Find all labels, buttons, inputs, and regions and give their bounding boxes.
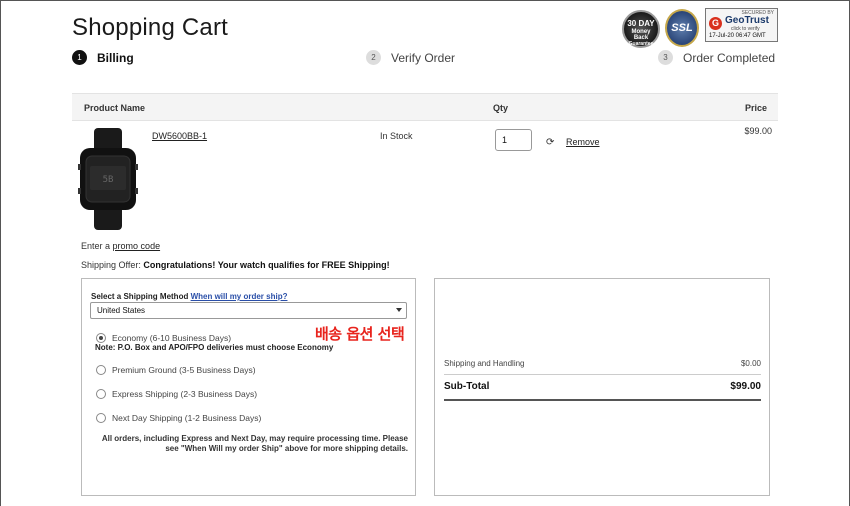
money-back-mid: Money Back xyxy=(631,28,651,42)
offer-prefix: Shipping Offer: xyxy=(81,260,141,270)
offer-message: Congratulations! Your watch qualifies fo… xyxy=(143,260,390,270)
step-label: Billing xyxy=(97,50,134,65)
when-ship-link[interactable]: When will my order ship? xyxy=(191,292,288,301)
shipping-option-premium-ground[interactable]: Premium Ground (3-5 Business Days) xyxy=(96,365,256,375)
shipping-method-label: Select a Shipping Method When will my or… xyxy=(91,292,287,301)
step-number: 3 xyxy=(658,50,673,65)
refresh-icon[interactable]: ⟳ xyxy=(546,138,554,148)
quantity-input[interactable] xyxy=(495,129,532,151)
money-back-top: 30 DAY xyxy=(627,19,655,28)
radio-economy[interactable] xyxy=(96,333,106,343)
subtotal-row: Sub-Total $99.00 xyxy=(444,381,761,401)
product-image[interactable]: 5B xyxy=(78,128,138,230)
option-label: Premium Ground (3-5 Business Days) xyxy=(112,365,256,375)
economy-note: Note: P.O. Box and APO/FPO deliveries mu… xyxy=(95,343,334,352)
shipping-option-economy[interactable]: Economy (6-10 Business Days) xyxy=(96,333,231,343)
geotrust-sub: click to verify xyxy=(731,26,760,32)
shipping-label-text: Select a Shipping Method xyxy=(91,292,189,301)
chevron-down-icon xyxy=(396,308,402,312)
watch-display: 5B xyxy=(103,175,114,185)
money-back-badge[interactable]: 30 DAY Money Back Guarantee xyxy=(622,10,660,48)
radio-express[interactable] xyxy=(96,389,106,399)
processing-disclaimer: All orders, including Express and Next D… xyxy=(101,434,408,454)
page-title: Shopping Cart xyxy=(72,14,229,41)
step-number: 1 xyxy=(72,50,87,65)
promo-code-link[interactable]: promo code xyxy=(113,241,161,251)
subtotal-label: Sub-Total xyxy=(444,381,490,392)
shipping-method-panel: Select a Shipping Method When will my or… xyxy=(81,278,416,496)
step-label: Verify Order xyxy=(391,50,456,65)
step-verify-order: 2 Verify Order xyxy=(366,50,455,65)
shipping-handling-label: Shipping and Handling xyxy=(444,359,525,368)
shipping-handling-value: $0.00 xyxy=(740,359,761,368)
shipping-option-express[interactable]: Express Shipping (2-3 Business Days) xyxy=(96,389,257,399)
col-qty: Qty xyxy=(493,103,509,113)
step-order-completed: 3 Order Completed xyxy=(658,50,775,65)
step-number: 2 xyxy=(366,50,381,65)
product-name-link[interactable]: DW5600BB-1 xyxy=(152,131,207,141)
trust-badges: 30 DAY Money Back Guarantee SSL SECURED … xyxy=(622,8,782,48)
geotrust-name: GeoTrust xyxy=(725,15,769,26)
shipping-offer: Shipping Offer: Congratulations! Your wa… xyxy=(81,260,390,270)
subtotal-value: $99.00 xyxy=(730,381,761,392)
option-label: Economy (6-10 Business Days) xyxy=(112,333,232,343)
radio-next-day[interactable] xyxy=(96,413,106,423)
geotrust-date: 17-Jul-20 06:47 GMT xyxy=(709,33,766,39)
money-back-bot: Guarantee xyxy=(628,40,654,47)
promo-line: Enter a promo code xyxy=(81,241,160,251)
radio-premium-ground[interactable] xyxy=(96,365,106,375)
country-select[interactable]: United States xyxy=(90,302,407,319)
option-label: Next Day Shipping (1-2 Business Days) xyxy=(112,413,262,423)
step-label: Order Completed xyxy=(683,50,776,65)
cart-table-header: Product Name Qty Price xyxy=(72,93,778,121)
step-billing: 1 Billing xyxy=(72,50,134,65)
option-label: Express Shipping (2-3 Business Days) xyxy=(112,389,258,399)
ssl-badge[interactable]: SSL xyxy=(665,9,699,47)
shipping-option-next-day[interactable]: Next Day Shipping (1-2 Business Days) xyxy=(96,413,261,423)
order-summary-panel: Shipping and Handling $0.00 Sub-Total $9… xyxy=(434,278,770,496)
remove-link[interactable]: Remove xyxy=(566,137,600,147)
col-price: Price xyxy=(744,103,767,113)
geotrust-logo-icon: G xyxy=(709,17,722,30)
geotrust-badge[interactable]: SECURED BY G GeoTrust click to verify 17… xyxy=(705,8,778,42)
stock-status: In Stock xyxy=(380,131,413,141)
item-price: $99.00 xyxy=(744,126,772,136)
country-value: United States xyxy=(97,306,146,315)
shipping-handling-row: Shipping and Handling $0.00 xyxy=(444,359,761,375)
annotation-label: 배송 옵션 선택 xyxy=(315,325,405,343)
promo-prefix: Enter a xyxy=(81,241,111,251)
col-product-name: Product Name xyxy=(84,103,146,113)
